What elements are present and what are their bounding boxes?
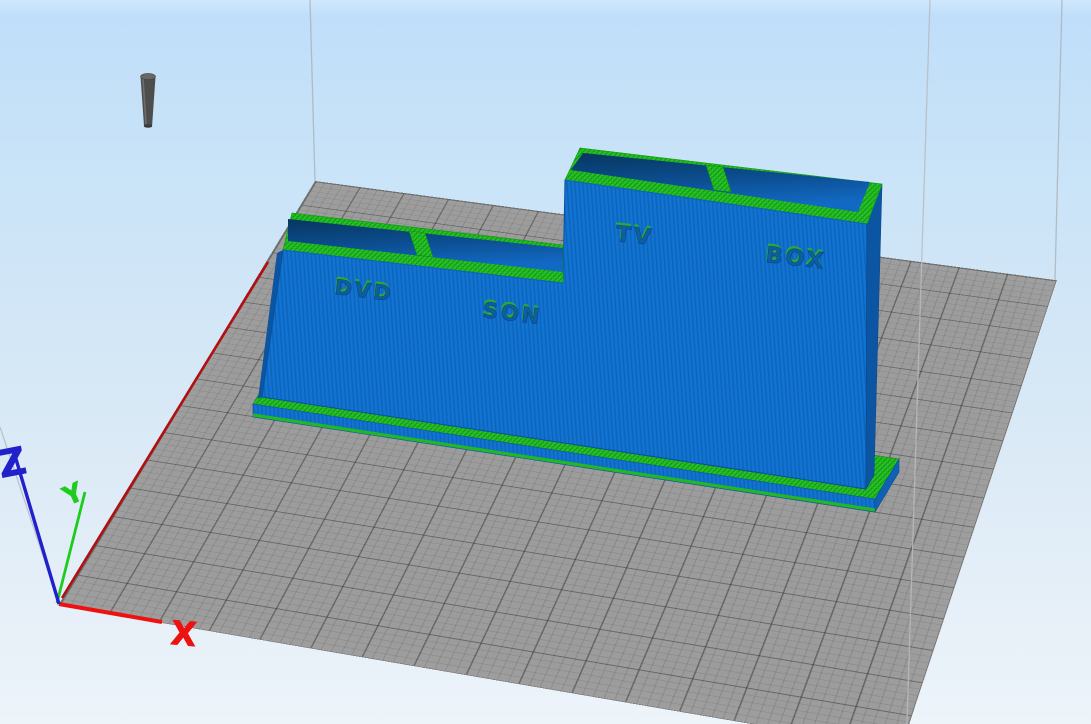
3d-viewport[interactable]: X Y Z DVD DVD SON SON TV TV BOX BOX (0, 0, 1091, 724)
volume-edge-front-right (906, 0, 931, 724)
y-edge-line (60, 261, 270, 599)
axes-indicator: X Y Z (0, 261, 270, 655)
x-axis-line (58, 602, 163, 624)
print-head-indicator (140, 73, 156, 128)
z-axis-label: Z (0, 438, 30, 486)
volume-edge-back-left (309, 0, 316, 182)
model-remote-organizer[interactable]: DVD DVD SON SON TV TV BOX BOX (252, 147, 900, 514)
x-axis-label: X (169, 613, 198, 654)
right-side-face (865, 183, 883, 491)
volume-edge-back-right (1054, 0, 1063, 281)
print-head-top (140, 73, 156, 80)
scene-overlay: X Y Z DVD DVD SON SON TV TV BOX BOX (0, 0, 1063, 724)
print-head-bottom (143, 124, 153, 128)
label-tv: TV TV (614, 219, 655, 252)
svg-text:TV: TV (614, 221, 654, 251)
